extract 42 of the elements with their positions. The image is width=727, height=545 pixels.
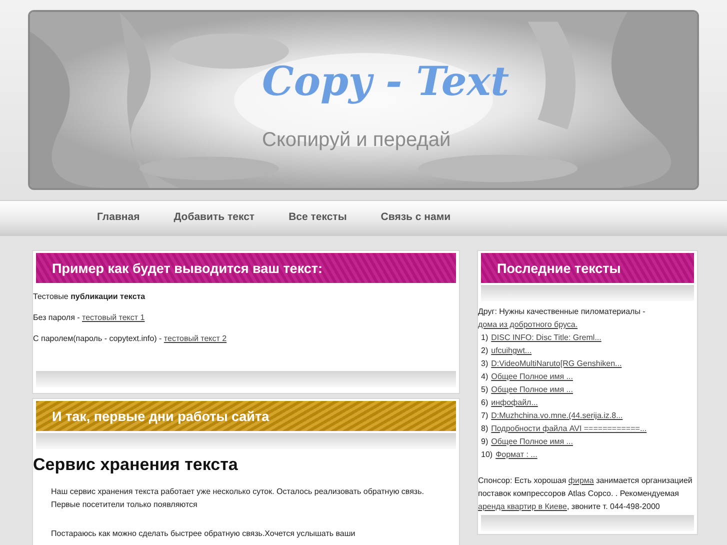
list-number: 2) <box>481 345 488 357</box>
paragraph: Спонсор: Есть хорошая фирма занимается организацией поставок компрессоров Atlas Copco. . Рекомендуемая аренда квартир в Киеве, звоните т. 044-498-2000 <box>478 475 694 513</box>
list-number: 7) <box>481 410 488 422</box>
list-number: 8) <box>481 423 488 435</box>
nav-link[interactable]: Связь с нами <box>380 210 451 226</box>
nav-link[interactable]: Все тексты <box>288 210 347 226</box>
text-link[interactable]: Формат : ... <box>496 448 538 461</box>
list-number: 1) <box>481 332 488 344</box>
section-title: Пример как будет выводится ваш текст: <box>36 253 456 283</box>
paragraph: Постараюсь как можно сделать быстрее обратную связь.Хочется услышать ваши <box>50 528 356 540</box>
text-link[interactable]: DISC INFO: Disc Title: Greml... <box>491 331 602 344</box>
list-number: 10) <box>481 449 493 461</box>
logo-text: Copy - Text <box>262 62 510 102</box>
text-link[interactable]: аренда квартир в Киеве <box>478 502 567 511</box>
heading: Сервис хранения текста <box>33 455 239 475</box>
list-number: 4) <box>481 371 488 383</box>
paragraph: Тестовые публикации текста <box>33 291 146 303</box>
nav-link[interactable]: Главная <box>97 210 140 226</box>
paragraph: Наш сервис хранения текста работает уже несколько суток. Осталось реализовать обратную связь. Первые посетители только появляются <box>50 486 425 511</box>
text-link[interactable]: дома из добротного бруса. <box>478 320 578 329</box>
text-link[interactable]: инфофайл... <box>491 396 538 409</box>
section-title: И так, первые дни работы сайта <box>36 401 456 431</box>
paragraph: Без пароля - тестовый текст 1 <box>33 312 146 324</box>
text-link[interactable]: ufcuihgwt... <box>491 344 532 357</box>
text-link[interactable]: Подробности файла AVI ============... <box>491 422 647 435</box>
nav-link[interactable]: Добавить текст <box>174 210 255 226</box>
text-link[interactable]: Общее Полное имя ... <box>491 435 573 448</box>
list-number: 3) <box>481 358 488 370</box>
paragraph: С паролем(пароль - copytext.info) - тестовый текст 2 <box>33 333 228 345</box>
list-number: 9) <box>481 436 488 448</box>
section-title: Последние тексты <box>481 253 694 283</box>
text-link[interactable]: Общее Полное имя ... <box>491 370 573 383</box>
text-link[interactable]: тестовый текст 1 <box>82 313 145 322</box>
text-link[interactable]: тестовый текст 2 <box>164 334 227 343</box>
list-number: 5) <box>481 384 488 396</box>
text-link[interactable]: D:VideoMultiNaruto[RG Genshiken... <box>491 357 622 370</box>
tagline: Скопируй и передай <box>262 130 451 150</box>
paragraph: Друг: Нужны качественные пиломатериалы - дома из добротного бруса. <box>478 306 646 331</box>
text-link[interactable]: D:Muzhchina.vo.mne.(44.serija.iz.8... <box>491 409 623 422</box>
list-number: 6) <box>481 397 488 409</box>
text-link[interactable]: Общее Полное имя ... <box>491 383 573 396</box>
text-link[interactable]: фирма <box>568 476 594 485</box>
